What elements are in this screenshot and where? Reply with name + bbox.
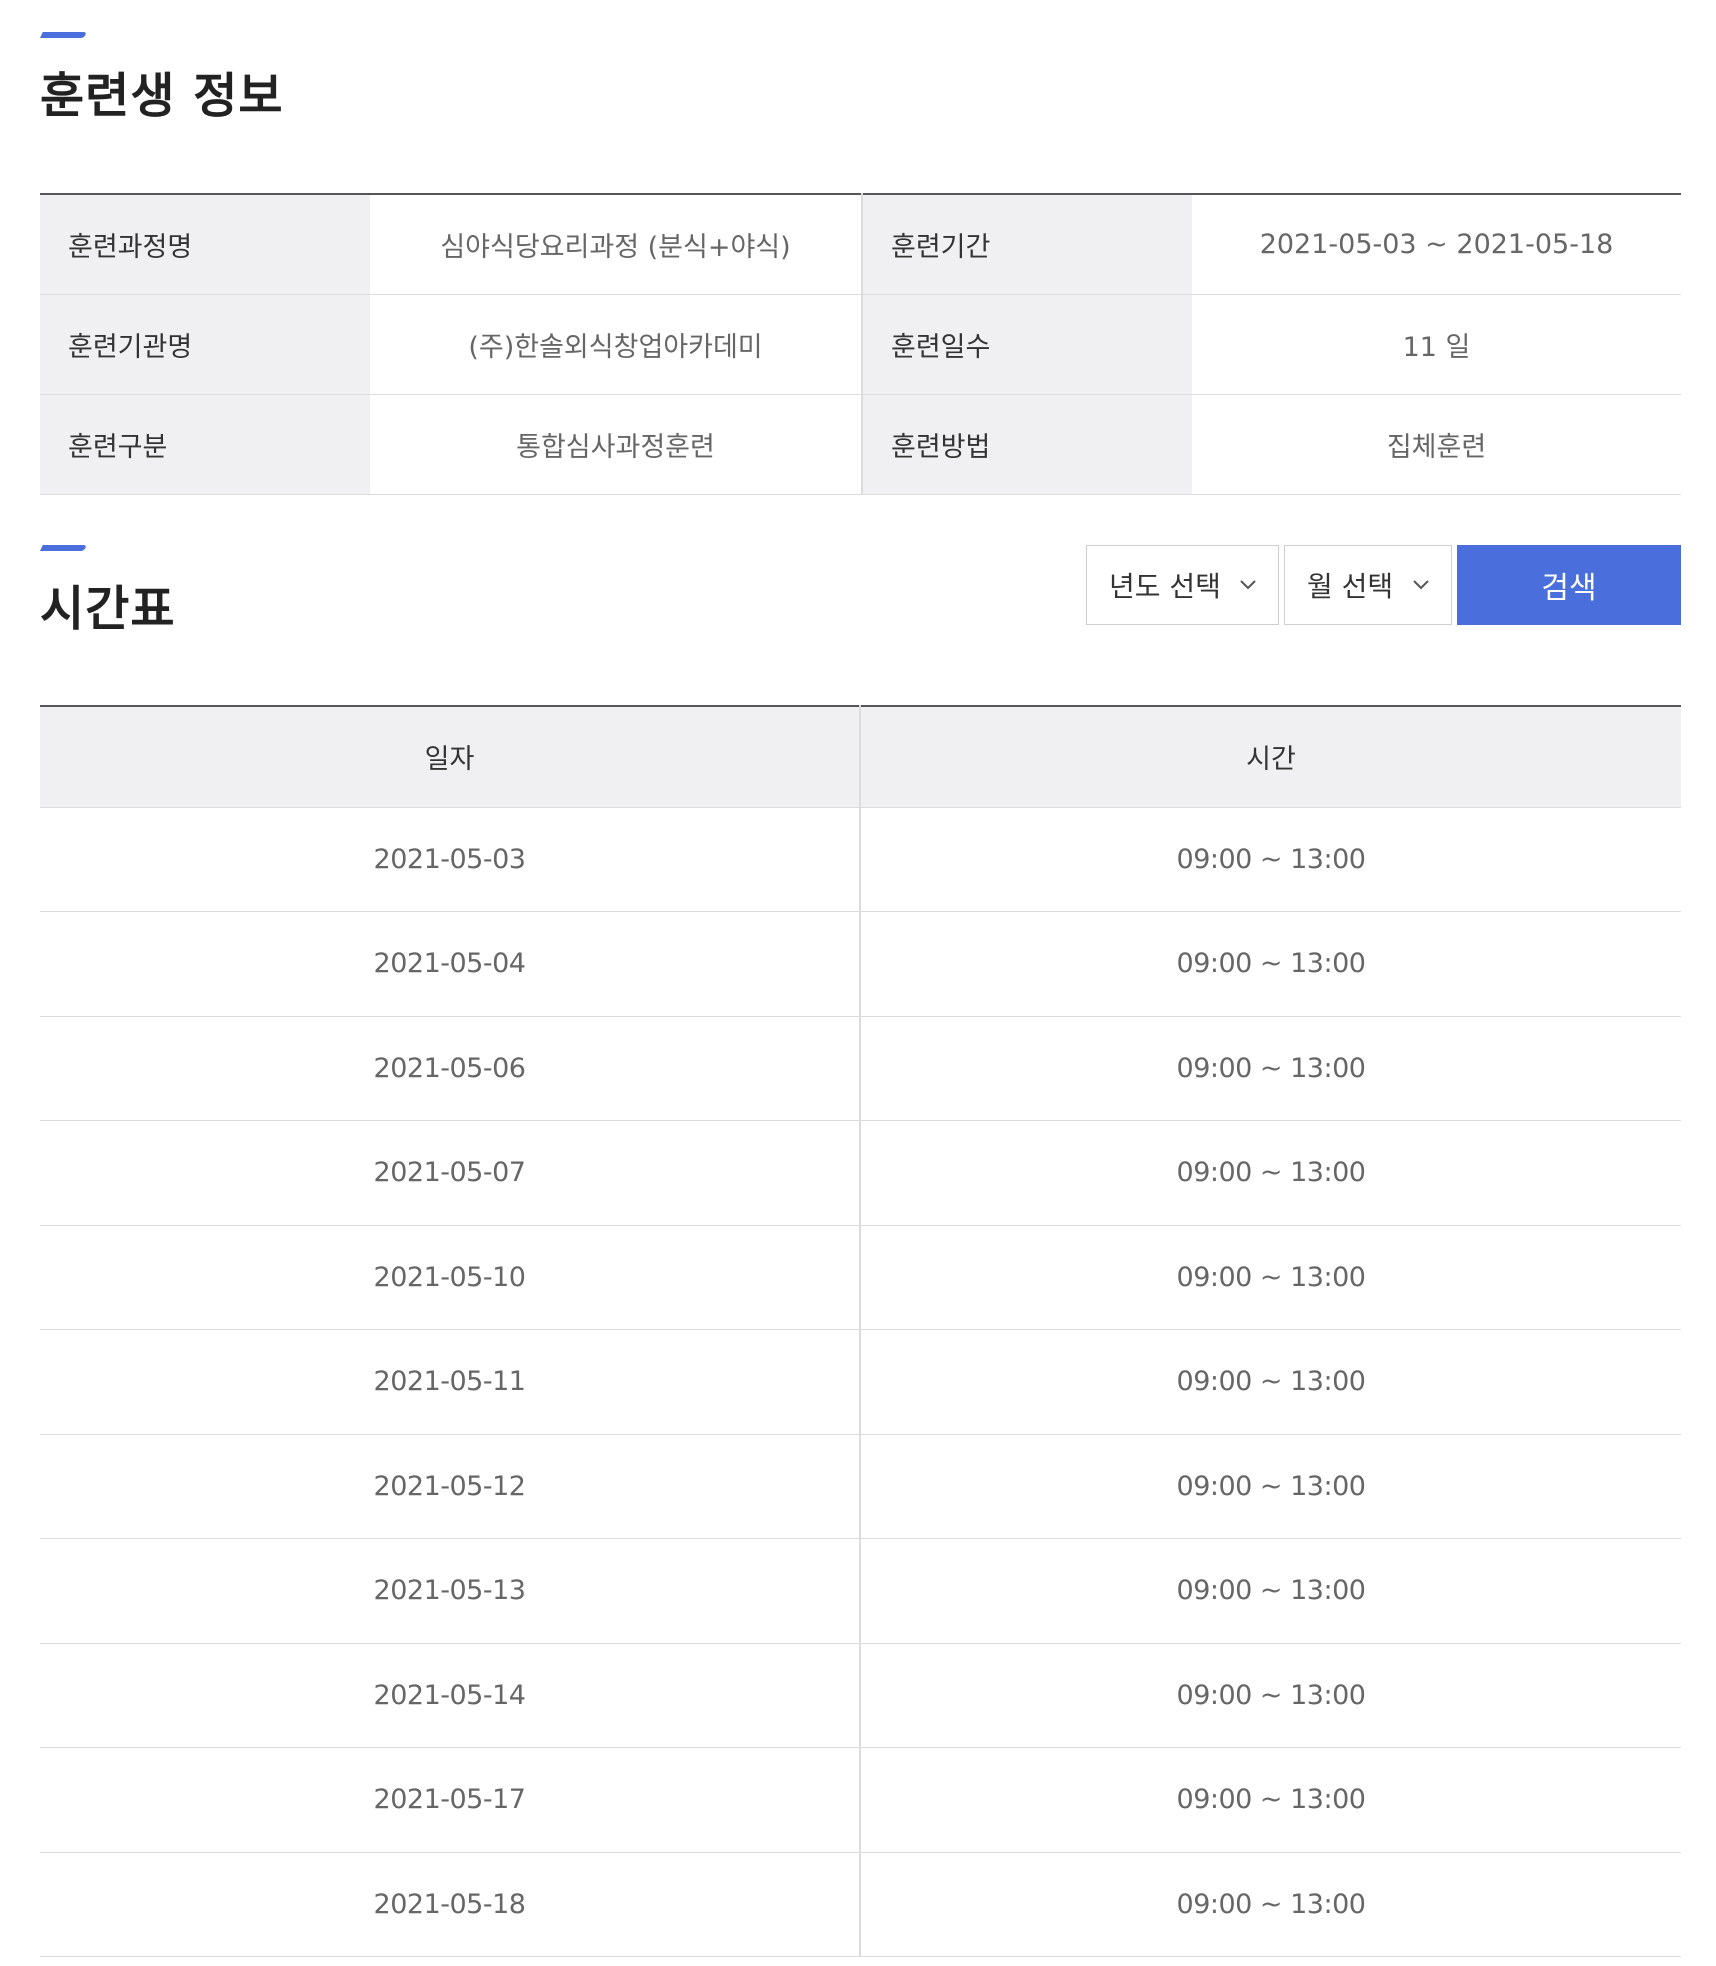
section-accent-bar	[40, 32, 87, 38]
info-row: 훈련과정명 심야식당요리과정 (분식+야식) 훈련기간 2021-05-03 ~ 20…	[40, 194, 1681, 295]
timetable-table: 일자 시간 2021-05-03 09:00 ~ 13:00 2021-05-04 0…	[40, 704, 1681, 1958]
time-cell: 09:00 ~ 13:00	[859, 1538, 1681, 1644]
table-row: 2021-05-13 09:00 ~ 13:00	[40, 1538, 1681, 1644]
date-cell: 2021-05-17	[40, 1747, 860, 1853]
date-cell: 2021-05-06	[40, 1016, 860, 1121]
year-select[interactable]: 년도 선택	[1086, 544, 1279, 625]
trainee-info-title: 훈련생 정보	[40, 68, 284, 124]
table-row: 2021-05-06 09:00 ~ 13:00	[40, 1016, 1681, 1121]
table-row: 2021-05-07 09:00 ~ 13:00	[40, 1120, 1681, 1226]
date-cell: 2021-05-14	[40, 1643, 860, 1748]
time-cell: 09:00 ~ 13:00	[859, 1852, 1681, 1957]
date-cell: 2021-05-18	[40, 1852, 860, 1957]
table-row: 2021-05-04 09:00 ~ 13:00	[40, 911, 1681, 1017]
search-button[interactable]: 검색	[1457, 544, 1681, 625]
time-cell: 09:00 ~ 13:00	[859, 807, 1681, 912]
section-accent-bar	[40, 544, 87, 551]
page: 훈련생 정보 훈련과정명 심야식당요리과정 (분식+야식) 훈련기간 2021-05-…	[40, 0, 1681, 1957]
info-value: 심야식당요리과정 (분식+야식)	[370, 194, 862, 295]
info-value: 11 일	[1192, 294, 1681, 395]
time-cell: 09:00 ~ 13:00	[859, 911, 1681, 1017]
timetable-filter-controls: 년도 선택 월 선택 검색	[1086, 544, 1681, 625]
chevron-down-icon	[1240, 579, 1256, 589]
info-label: 훈련구분	[40, 394, 370, 495]
info-label: 훈련방법	[861, 394, 1192, 495]
date-cell: 2021-05-07	[40, 1120, 860, 1226]
table-row: 2021-05-17 09:00 ~ 13:00	[40, 1747, 1681, 1853]
info-value: 2021-05-03 ~ 2021-05-18	[1192, 194, 1681, 295]
column-header-time: 시간	[859, 705, 1681, 808]
info-label: 훈련일수	[861, 294, 1192, 395]
info-row: 훈련기관명 (주)한솔외식창업아카데미 훈련일수 11 일	[40, 294, 1681, 395]
time-cell: 09:00 ~ 13:00	[859, 1016, 1681, 1121]
column-header-date: 일자	[40, 705, 860, 808]
timetable-title: 시간표	[40, 580, 176, 637]
time-cell: 09:00 ~ 13:00	[859, 1329, 1681, 1435]
year-select-label: 년도 선택	[1109, 569, 1221, 603]
date-cell: 2021-05-12	[40, 1434, 860, 1539]
table-row: 2021-05-10 09:00 ~ 13:00	[40, 1225, 1681, 1330]
time-cell: 09:00 ~ 13:00	[859, 1225, 1681, 1330]
table-row: 2021-05-14 09:00 ~ 13:00	[40, 1643, 1681, 1748]
info-label: 훈련과정명	[40, 194, 370, 295]
table-row: 2021-05-03 09:00 ~ 13:00	[40, 807, 1681, 912]
info-label: 훈련기간	[861, 194, 1192, 295]
table-row: 2021-05-11 09:00 ~ 13:00	[40, 1329, 1681, 1435]
info-value: (주)한솔외식창업아카데미	[370, 294, 862, 395]
date-cell: 2021-05-04	[40, 911, 860, 1017]
time-cell: 09:00 ~ 13:00	[859, 1120, 1681, 1226]
chevron-down-icon	[1413, 579, 1429, 589]
info-label: 훈련기관명	[40, 294, 370, 395]
date-cell: 2021-05-10	[40, 1225, 860, 1330]
time-cell: 09:00 ~ 13:00	[859, 1643, 1681, 1748]
time-cell: 09:00 ~ 13:00	[859, 1747, 1681, 1853]
date-cell: 2021-05-13	[40, 1538, 860, 1644]
timetable-header-row: 일자 시간	[40, 705, 1681, 808]
month-select-label: 월 선택	[1307, 569, 1394, 603]
table-row: 2021-05-12 09:00 ~ 13:00	[40, 1434, 1681, 1539]
trainee-info-header: 훈련생 정보	[40, 0, 1681, 193]
table-row: 2021-05-18 09:00 ~ 13:00	[40, 1852, 1681, 1957]
info-value: 통합심사과정훈련	[370, 394, 862, 495]
month-select[interactable]: 월 선택	[1284, 544, 1452, 625]
trainee-info-table: 훈련과정명 심야식당요리과정 (분식+야식) 훈련기간 2021-05-03 ~ 20…	[40, 193, 1681, 495]
timetable-header: 시간표 년도 선택 월 선택 검색	[40, 495, 1681, 705]
date-cell: 2021-05-11	[40, 1329, 860, 1435]
time-cell: 09:00 ~ 13:00	[859, 1434, 1681, 1539]
date-cell: 2021-05-03	[40, 807, 860, 912]
info-value: 집체훈련	[1192, 394, 1681, 495]
info-row: 훈련구분 통합심사과정훈련 훈련방법 집체훈련	[40, 394, 1681, 495]
